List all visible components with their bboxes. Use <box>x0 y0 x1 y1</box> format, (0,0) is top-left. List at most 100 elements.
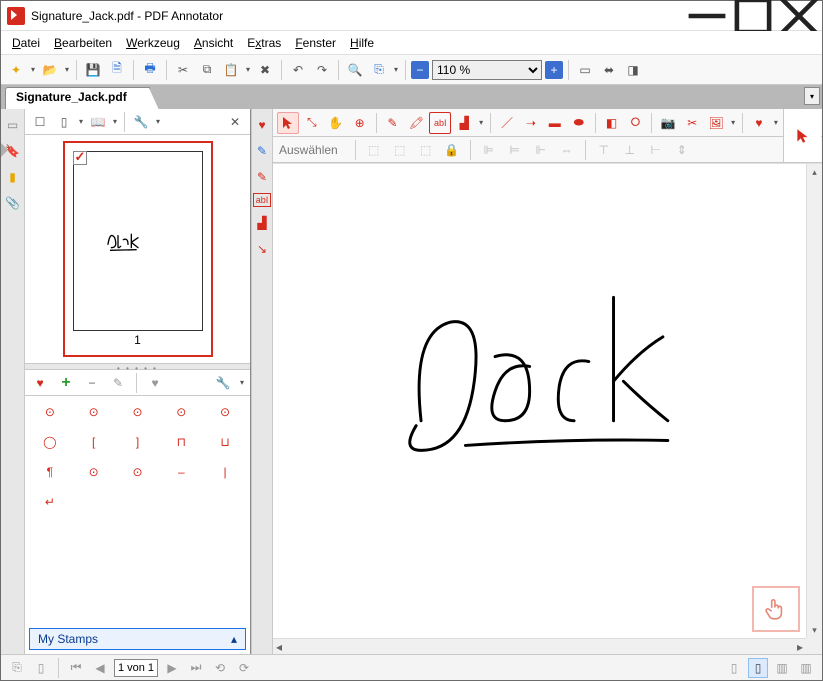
stamp-item[interactable]: – <box>162 462 200 482</box>
rail-folder-icon[interactable]: ▮ <box>3 167 23 187</box>
horizontal-scrollbar[interactable]: ◂ ▸ <box>273 638 806 654</box>
stamp-item[interactable]: ¶ <box>31 462 69 482</box>
stamp-item[interactable]: ⊙ <box>75 402 113 422</box>
pen-tool-button[interactable]: ✎ <box>382 112 404 134</box>
fav-heart-icon[interactable]: ♥ <box>29 372 51 394</box>
sp-page-dropdown[interactable]: ▾ <box>77 117 85 126</box>
arrow-tool-button[interactable]: ➝ <box>520 112 542 134</box>
add-stamp-button[interactable]: + <box>55 372 77 394</box>
touch-mode-button[interactable] <box>752 586 800 632</box>
align-right-button[interactable]: ⬚ <box>415 139 437 161</box>
fit-page-button[interactable]: ▭ <box>574 59 596 81</box>
zoom-select[interactable]: 110 % <box>432 60 542 80</box>
sb-page-button[interactable]: ▯ <box>31 658 51 678</box>
open-button[interactable]: 📂 <box>39 59 61 81</box>
menu-file[interactable]: Datei <box>5 33 47 53</box>
align-v2-button[interactable]: ⊥ <box>619 139 641 161</box>
thumbnail-page[interactable] <box>73 151 203 331</box>
stamps-category[interactable]: My Stamps ▴ <box>29 628 246 650</box>
align-v1-button[interactable]: ⊤ <box>593 139 615 161</box>
menu-tool[interactable]: Werkzeug <box>119 33 187 53</box>
maximize-button[interactable] <box>730 1 776 31</box>
sb-new-button[interactable]: ⎘ <box>7 658 27 678</box>
sb-last-button[interactable]: ⏭ <box>186 658 206 678</box>
sp-book-button[interactable]: 📖 <box>87 111 109 133</box>
stamp-tool-dropdown[interactable]: ▾ <box>477 118 485 127</box>
minimize-button[interactable] <box>684 1 730 31</box>
stamp-item[interactable]: ⊓ <box>162 432 200 452</box>
sp-settings-dropdown[interactable]: ▾ <box>154 117 162 126</box>
stamp-item[interactable]: ] <box>119 432 157 452</box>
zoom-in-button[interactable]: + <box>545 61 563 79</box>
goto-button[interactable]: ⎘ <box>368 59 390 81</box>
stamp-item[interactable]: [ <box>75 432 113 452</box>
stamp-item[interactable]: ⊙ <box>31 402 69 422</box>
paste-dropdown[interactable]: ▾ <box>244 65 252 74</box>
edit-stamp-button[interactable]: ✎ <box>107 372 129 394</box>
menu-view[interactable]: Ansicht <box>187 33 240 53</box>
stamp-item[interactable]: ⊙ <box>119 462 157 482</box>
tabstrip-dropdown[interactable]: ▾ <box>804 87 820 105</box>
stamp-item[interactable]: ◯ <box>31 432 69 452</box>
menu-edit[interactable]: Bearbeiten <box>47 33 119 53</box>
stamp-item[interactable]: | <box>206 462 244 482</box>
line-tool-button[interactable]: ／ <box>496 112 518 134</box>
hand-tool-button[interactable]: ✋ <box>325 112 347 134</box>
rect-tool-button[interactable]: ▬ <box>544 112 566 134</box>
save-as-button[interactable]: 🗎 <box>106 59 128 81</box>
tool-pen-red-icon[interactable]: ✎ <box>252 167 272 187</box>
close-button[interactable] <box>776 1 822 31</box>
scroll-left-button[interactable]: ◂ <box>276 640 282 654</box>
vertical-scrollbar[interactable]: ▴ ▾ <box>806 164 822 638</box>
new-button[interactable]: ✦ <box>5 59 27 81</box>
sp-settings-button[interactable]: 🔧 <box>130 111 152 133</box>
new-dropdown[interactable]: ▾ <box>29 65 37 74</box>
distribute-v-button[interactable]: ⇕ <box>671 139 693 161</box>
scroll-up-button[interactable]: ▴ <box>807 164 822 180</box>
print-button[interactable]: 🖶 <box>139 59 161 81</box>
document-canvas[interactable] <box>273 164 806 638</box>
page-number-input[interactable] <box>114 659 158 677</box>
tool-arrow-icon[interactable]: ↘ <box>252 239 272 259</box>
sb-back-button[interactable]: ⟲ <box>210 658 230 678</box>
zoom-out-button[interactable]: − <box>411 61 429 79</box>
sb-first-button[interactable]: ⏮ <box>66 658 86 678</box>
sb-prev-button[interactable]: ◀ <box>90 658 110 678</box>
tool-heart-icon[interactable]: ♥ <box>252 115 272 135</box>
lasso-erase-button[interactable]: ⭘ <box>625 112 647 134</box>
align-h3-button[interactable]: ⊩ <box>530 139 552 161</box>
fav-heart2-icon[interactable]: ♥ <box>144 372 166 394</box>
menu-window[interactable]: Fenster <box>288 33 343 53</box>
camera-button[interactable]: 📷 <box>657 112 679 134</box>
rail-page-icon[interactable]: ▭ <box>3 115 23 135</box>
distribute-h-button[interactable]: ⇔ <box>556 139 578 161</box>
stamp-item[interactable]: ⊙ <box>162 402 200 422</box>
fit-width-button[interactable]: ⬌ <box>598 59 620 81</box>
thumbnail-selected[interactable]: 1 <box>63 141 213 357</box>
lock-button[interactable]: 🔒 <box>441 139 463 161</box>
sb-next-button[interactable]: ▶ <box>162 658 182 678</box>
paste-button[interactable]: 📋 <box>220 59 242 81</box>
align-h1-button[interactable]: ⊫ <box>478 139 500 161</box>
panel-splitter[interactable]: • • • • • <box>25 363 250 370</box>
ellipse-tool-button[interactable]: ⬬ <box>568 112 590 134</box>
redo-button[interactable]: ↷ <box>311 59 333 81</box>
view-continuous-button[interactable]: ▯ <box>748 658 768 678</box>
stamps-settings-button[interactable]: 🔧 <box>212 372 234 394</box>
tool-stamp-icon[interactable]: ▟ <box>252 213 272 233</box>
save-button[interactable]: 💾 <box>82 59 104 81</box>
view-single-button[interactable]: ▯ <box>724 658 744 678</box>
document-tab[interactable]: Signature_Jack.pdf <box>5 87 150 109</box>
stamp-tool-button[interactable]: ▟ <box>453 112 475 134</box>
cut-button[interactable]: ✂ <box>172 59 194 81</box>
rail-attachment-icon[interactable]: 📎 <box>3 193 23 213</box>
stamp-item[interactable]: ⊔ <box>206 432 244 452</box>
lasso-tool-button[interactable]: ⤡ <box>301 112 323 134</box>
crop-button[interactable]: ✂ <box>681 112 703 134</box>
stamp-item[interactable]: ⊙ <box>75 462 113 482</box>
scroll-right-button[interactable]: ▸ <box>797 640 803 654</box>
menu-help[interactable]: Hilfe <box>343 33 381 53</box>
find-button[interactable]: 🔍 <box>344 59 366 81</box>
stamp-item[interactable]: ⊙ <box>119 402 157 422</box>
eraser-tool-button[interactable]: ◧ <box>601 112 623 134</box>
